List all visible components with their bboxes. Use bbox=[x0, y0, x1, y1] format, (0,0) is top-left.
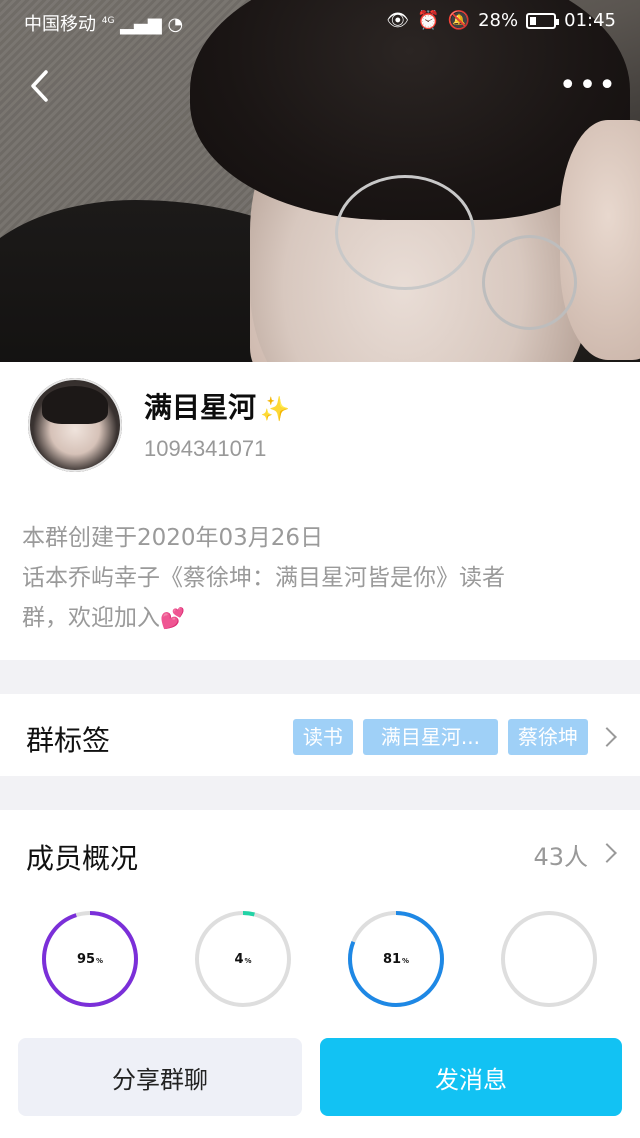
section-divider bbox=[0, 660, 640, 694]
section-divider bbox=[0, 776, 640, 810]
send-message-button[interactable]: 发消息 bbox=[320, 1038, 622, 1116]
chevron-left-icon bbox=[31, 70, 48, 102]
stat-value: 4 bbox=[234, 951, 244, 967]
status-bar: 中国移动 4G ▂▄▆ ◔ 👁 ⏰ 🔕 28% 01:45 bbox=[0, 0, 640, 44]
group-avatar[interactable] bbox=[28, 378, 122, 472]
share-group-button[interactable]: 分享群聊 bbox=[18, 1038, 302, 1116]
stat-value: 81 bbox=[382, 951, 402, 967]
stat-value: 95 bbox=[76, 951, 96, 967]
created-date-text: 本群创建于2020年03月26日 bbox=[22, 525, 324, 551]
eye-icon: 👁 bbox=[386, 10, 410, 31]
tag-item: 满目星河... bbox=[362, 719, 498, 755]
description-text-2: 群，欢迎加入💕 bbox=[22, 605, 185, 631]
group-cover-photo bbox=[0, 0, 640, 362]
member-stat-ring bbox=[500, 910, 598, 1008]
member-stat-ring: 4% bbox=[194, 910, 292, 1008]
tags-title: 群标签 bbox=[26, 724, 111, 757]
sparkle-icon: ✨ bbox=[260, 395, 290, 423]
alarm-icon: ⏰ bbox=[417, 10, 440, 31]
tag-item: 蔡徐坤 bbox=[508, 719, 588, 755]
battery-percent: 28% bbox=[478, 10, 519, 31]
chevron-right-icon[interactable] bbox=[597, 843, 617, 863]
carrier-label: 中国移动 bbox=[24, 14, 96, 35]
tag-item: 读书 bbox=[292, 719, 353, 755]
more-button[interactable]: ••• bbox=[559, 71, 618, 101]
chevron-right-icon[interactable] bbox=[597, 727, 617, 747]
signal-icon: ▂▄▆ bbox=[120, 14, 162, 35]
members-title: 成员概况 bbox=[26, 842, 139, 875]
group-id: 1094341071 bbox=[144, 436, 267, 461]
back-button[interactable] bbox=[28, 68, 52, 104]
wifi-icon: ◔ bbox=[167, 14, 184, 35]
member-stat-ring: 95% bbox=[41, 910, 139, 1008]
hearts-icon: 💕 bbox=[160, 606, 185, 630]
group-description: 本群创建于2020年03月26日 话本乔屿幸子《蔡徐坤：满目星河皆是你》读者 群… bbox=[22, 518, 622, 638]
member-stat-ring: 81% bbox=[347, 910, 445, 1008]
battery-icon bbox=[526, 12, 560, 29]
more-dots-icon: ••• bbox=[558, 68, 618, 103]
description-text: 话本乔屿幸子《蔡徐坤：满目星河皆是你》读者 bbox=[22, 565, 505, 591]
tags-row[interactable]: 读书 满目星河... 蔡徐坤 bbox=[292, 719, 588, 755]
network-label: 4G bbox=[101, 16, 115, 26]
clock-time: 01:45 bbox=[564, 10, 616, 31]
group-name: 满目星河 ✨ bbox=[144, 391, 290, 424]
member-count[interactable]: 43人 bbox=[533, 837, 588, 872]
mute-bell-icon: 🔕 bbox=[447, 10, 471, 31]
